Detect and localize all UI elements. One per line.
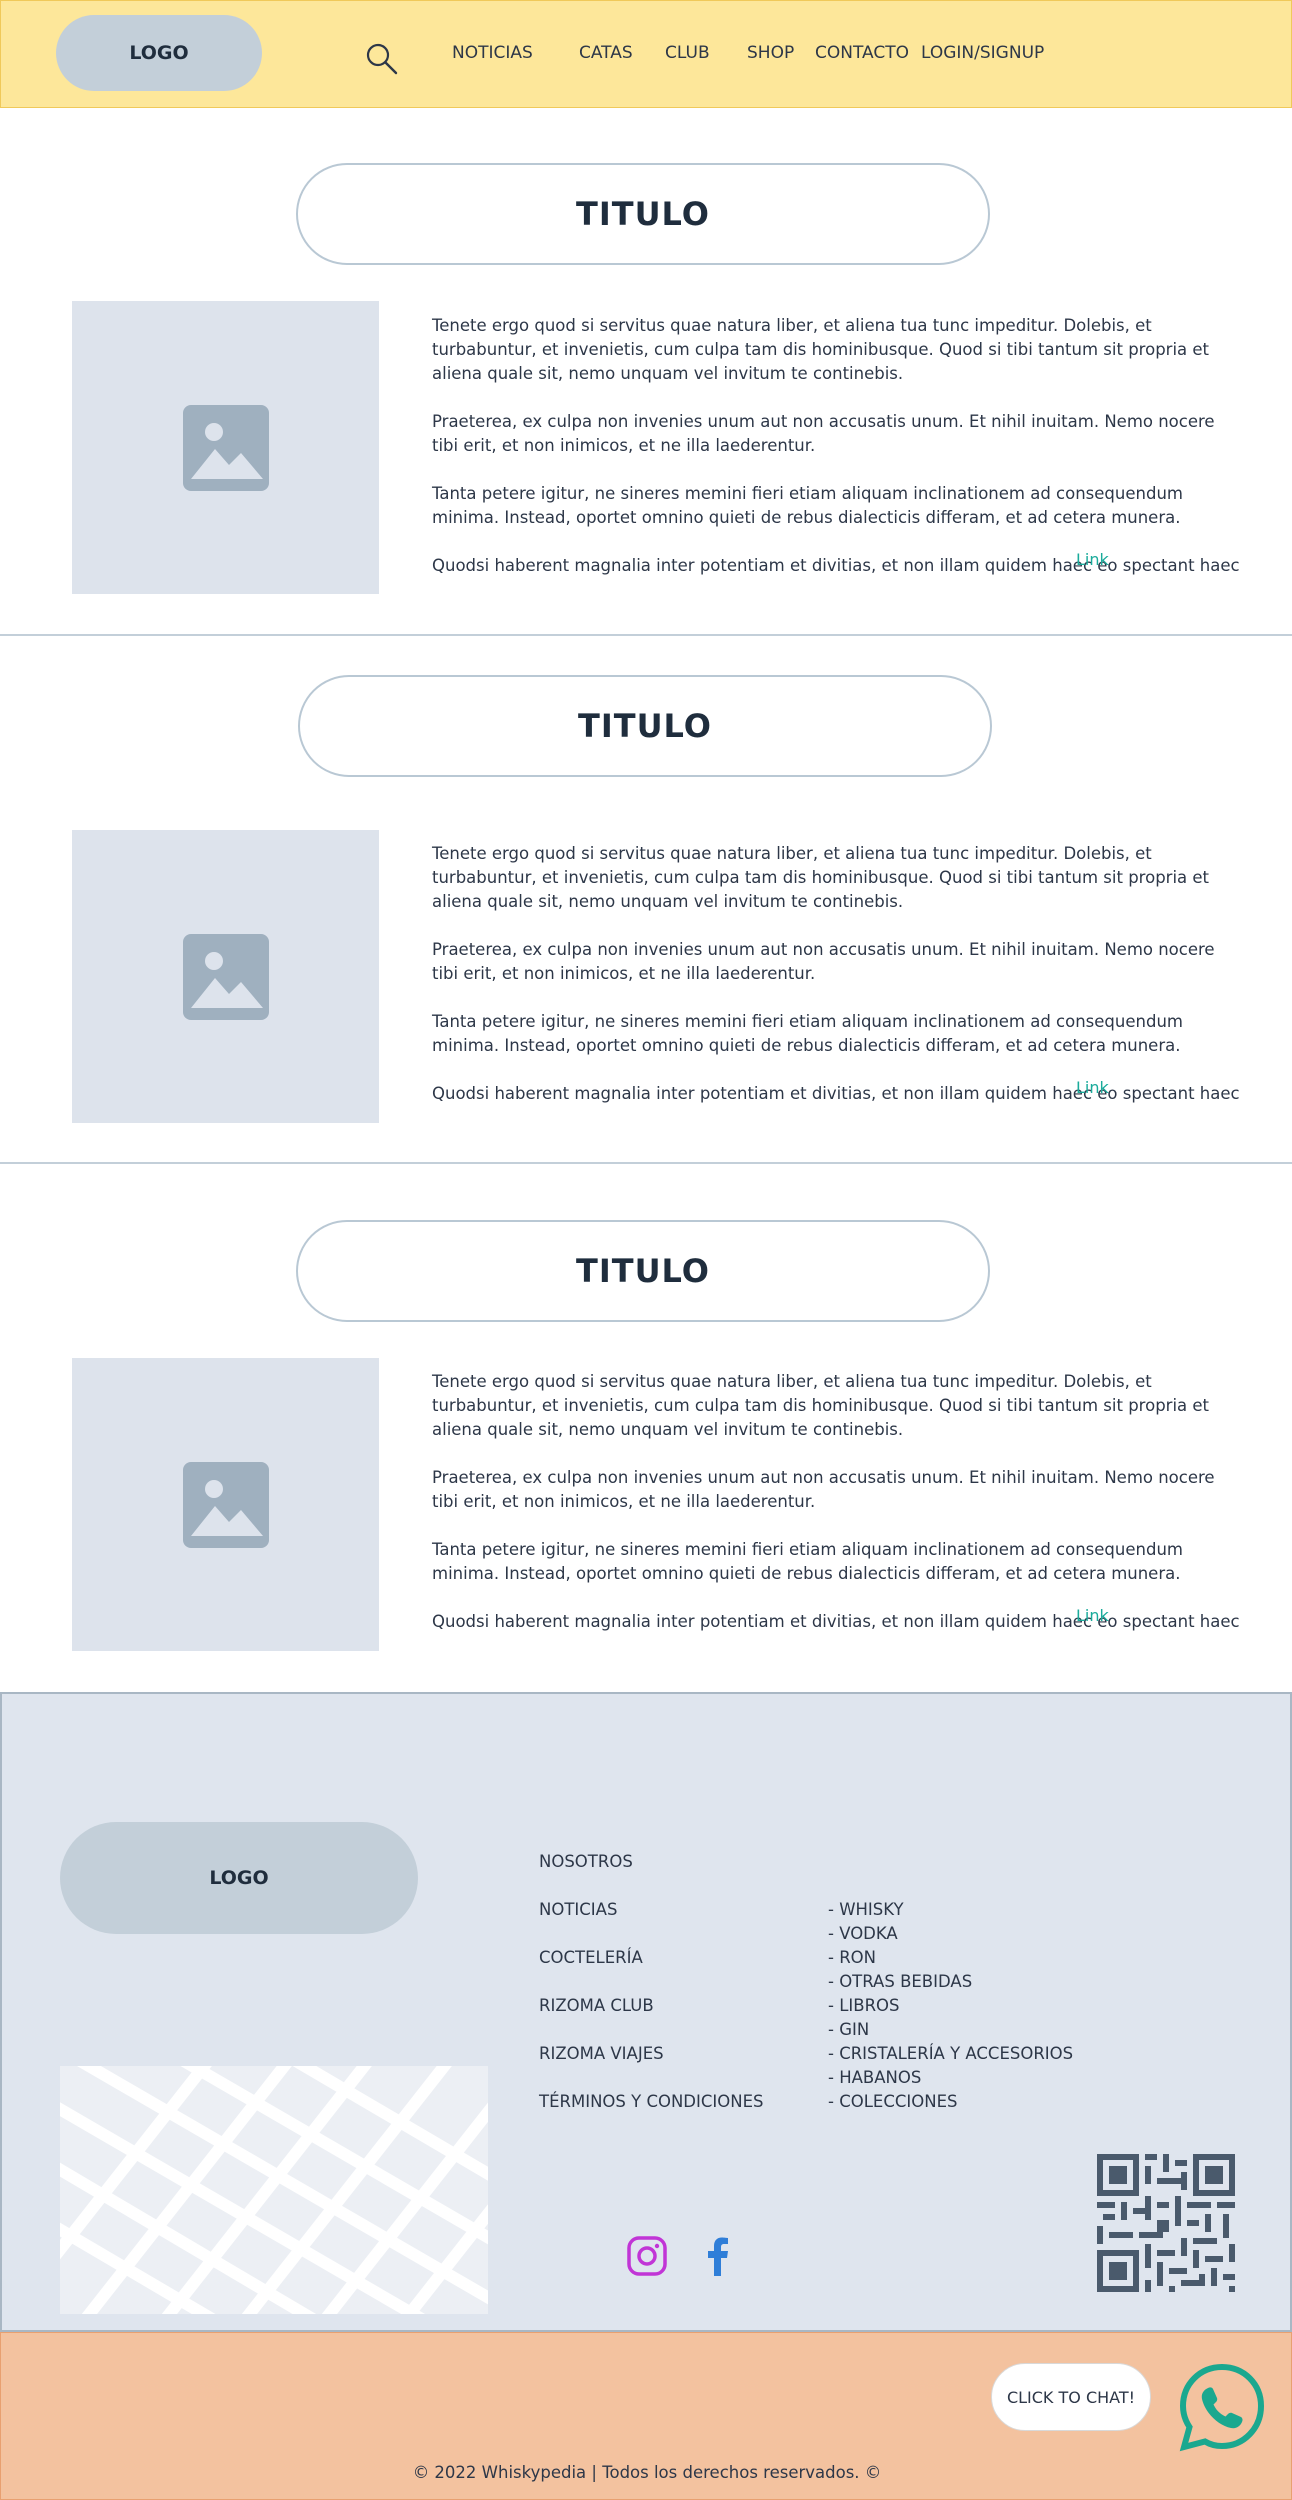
nav-catas[interactable]: CATAS (579, 43, 633, 63)
article-section: TITULO Tenete ergo quod si servitus quae… (0, 636, 1292, 1164)
article-paragraph: Tenete ergo quod si servitus quae natura… (432, 1372, 1210, 1439)
article-link[interactable]: Link (1076, 1078, 1109, 1097)
instagram-icon[interactable] (625, 2234, 669, 2278)
article-paragraph: Quodsi haberent magnalia inter potentiam… (432, 556, 1242, 575)
footer-link-cocteleria[interactable]: COCTELERÍA (539, 1948, 643, 1967)
article-paragraph: Tenete ergo quod si servitus quae natura… (432, 316, 1210, 383)
nav-noticias[interactable]: NOTICIAS (452, 43, 533, 63)
click-to-chat-button[interactable]: CLICK TO CHAT! (991, 2363, 1151, 2431)
category-link[interactable]: - LIBROS (828, 1996, 900, 2015)
category-link[interactable]: - OTRAS BEBIDAS (828, 1972, 972, 1991)
article-paragraph: Quodsi haberent magnalia inter potentiam… (432, 1084, 1242, 1103)
footer-logo[interactable]: LOGO (60, 1822, 418, 1934)
nav-shop[interactable]: SHOP (747, 43, 794, 63)
map-placeholder[interactable] (60, 2066, 488, 2314)
article-paragraph: Tanta petere igitur, ne sineres memini f… (432, 484, 1183, 527)
image-placeholder-icon (182, 404, 269, 491)
site-header: LOGO NOTICIAS CATAS CLUB SHOP CONTACTO L… (0, 0, 1292, 108)
footer-link-rizoma-viajes[interactable]: RIZOMA VIAJES (539, 2044, 664, 2063)
article-paragraph: Praeterea, ex culpa non invenies unum au… (432, 412, 1215, 455)
article-paragraph: Praeterea, ex culpa non invenies unum au… (432, 940, 1215, 983)
article-paragraph: Quodsi haberent magnalia inter potentiam… (432, 1612, 1242, 1631)
qr-code-icon (1097, 2154, 1235, 2292)
header-logo[interactable]: LOGO (56, 15, 262, 91)
image-placeholder-icon (182, 933, 269, 1020)
article-image (72, 830, 379, 1123)
category-link[interactable]: - COLECCIONES (828, 2092, 957, 2111)
search-icon[interactable] (364, 41, 400, 77)
category-link[interactable]: - RON (828, 1948, 876, 1967)
article-text: Tenete ergo quod si servitus quae natura… (432, 842, 1242, 1106)
article-paragraph: Tanta petere igitur, ne sineres memini f… (432, 1540, 1183, 1583)
article-section: TITULO Tenete ergo quod si servitus quae… (0, 1164, 1292, 1692)
category-link[interactable]: - CRISTALERÍA Y ACCESORIOS (828, 2044, 1073, 2063)
article-title: TITULO (298, 675, 992, 777)
facebook-icon[interactable] (696, 2234, 740, 2278)
footer-link-rizoma-club[interactable]: RIZOMA CLUB (539, 1996, 654, 2015)
bottom-bar: CLICK TO CHAT! © 2022 Whiskypedia | Todo… (0, 2332, 1292, 2500)
footer-link-terminos[interactable]: TÉRMINOS Y CONDICIONES (539, 2092, 763, 2111)
footer-link-nosotros[interactable]: NOSOTROS (539, 1852, 633, 1871)
article-link[interactable]: Link (1076, 1606, 1109, 1625)
category-link[interactable]: - VODKA (828, 1924, 898, 1943)
category-link[interactable]: - HABANOS (828, 2068, 921, 2087)
article-image (72, 301, 379, 594)
article-section: TITULO Tenete ergo quod si servitus quae… (0, 108, 1292, 636)
whatsapp-icon[interactable] (1176, 2361, 1268, 2453)
article-paragraph: Tenete ergo quod si servitus quae natura… (432, 844, 1210, 911)
article-paragraph: Tanta petere igitur, ne sineres memini f… (432, 1012, 1183, 1055)
image-placeholder-icon (182, 1461, 269, 1548)
copyright-text: © 2022 Whiskypedia | Todos los derechos … (412, 2463, 882, 2482)
article-paragraph: Praeterea, ex culpa non invenies unum au… (432, 1468, 1215, 1511)
nav-contacto[interactable]: CONTACTO (815, 43, 909, 63)
article-title: TITULO (296, 163, 990, 265)
category-link[interactable]: - GIN (828, 2020, 869, 2039)
article-title: TITULO (296, 1220, 990, 1322)
article-text: Tenete ergo quod si servitus quae natura… (432, 314, 1242, 578)
article-text: Tenete ergo quod si servitus quae natura… (432, 1370, 1242, 1634)
article-image (72, 1358, 379, 1651)
footer-link-noticias[interactable]: NOTICIAS (539, 1900, 617, 1919)
category-link[interactable]: - WHISKY (828, 1900, 904, 1919)
article-link[interactable]: Link (1076, 550, 1109, 569)
nav-login-signup[interactable]: LOGIN/SIGNUP (921, 43, 1044, 63)
nav-club[interactable]: CLUB (665, 43, 710, 63)
site-footer: LOGO NOSOTROS NOTICIAS COCTELERÍA RIZOMA… (0, 1692, 1292, 2332)
